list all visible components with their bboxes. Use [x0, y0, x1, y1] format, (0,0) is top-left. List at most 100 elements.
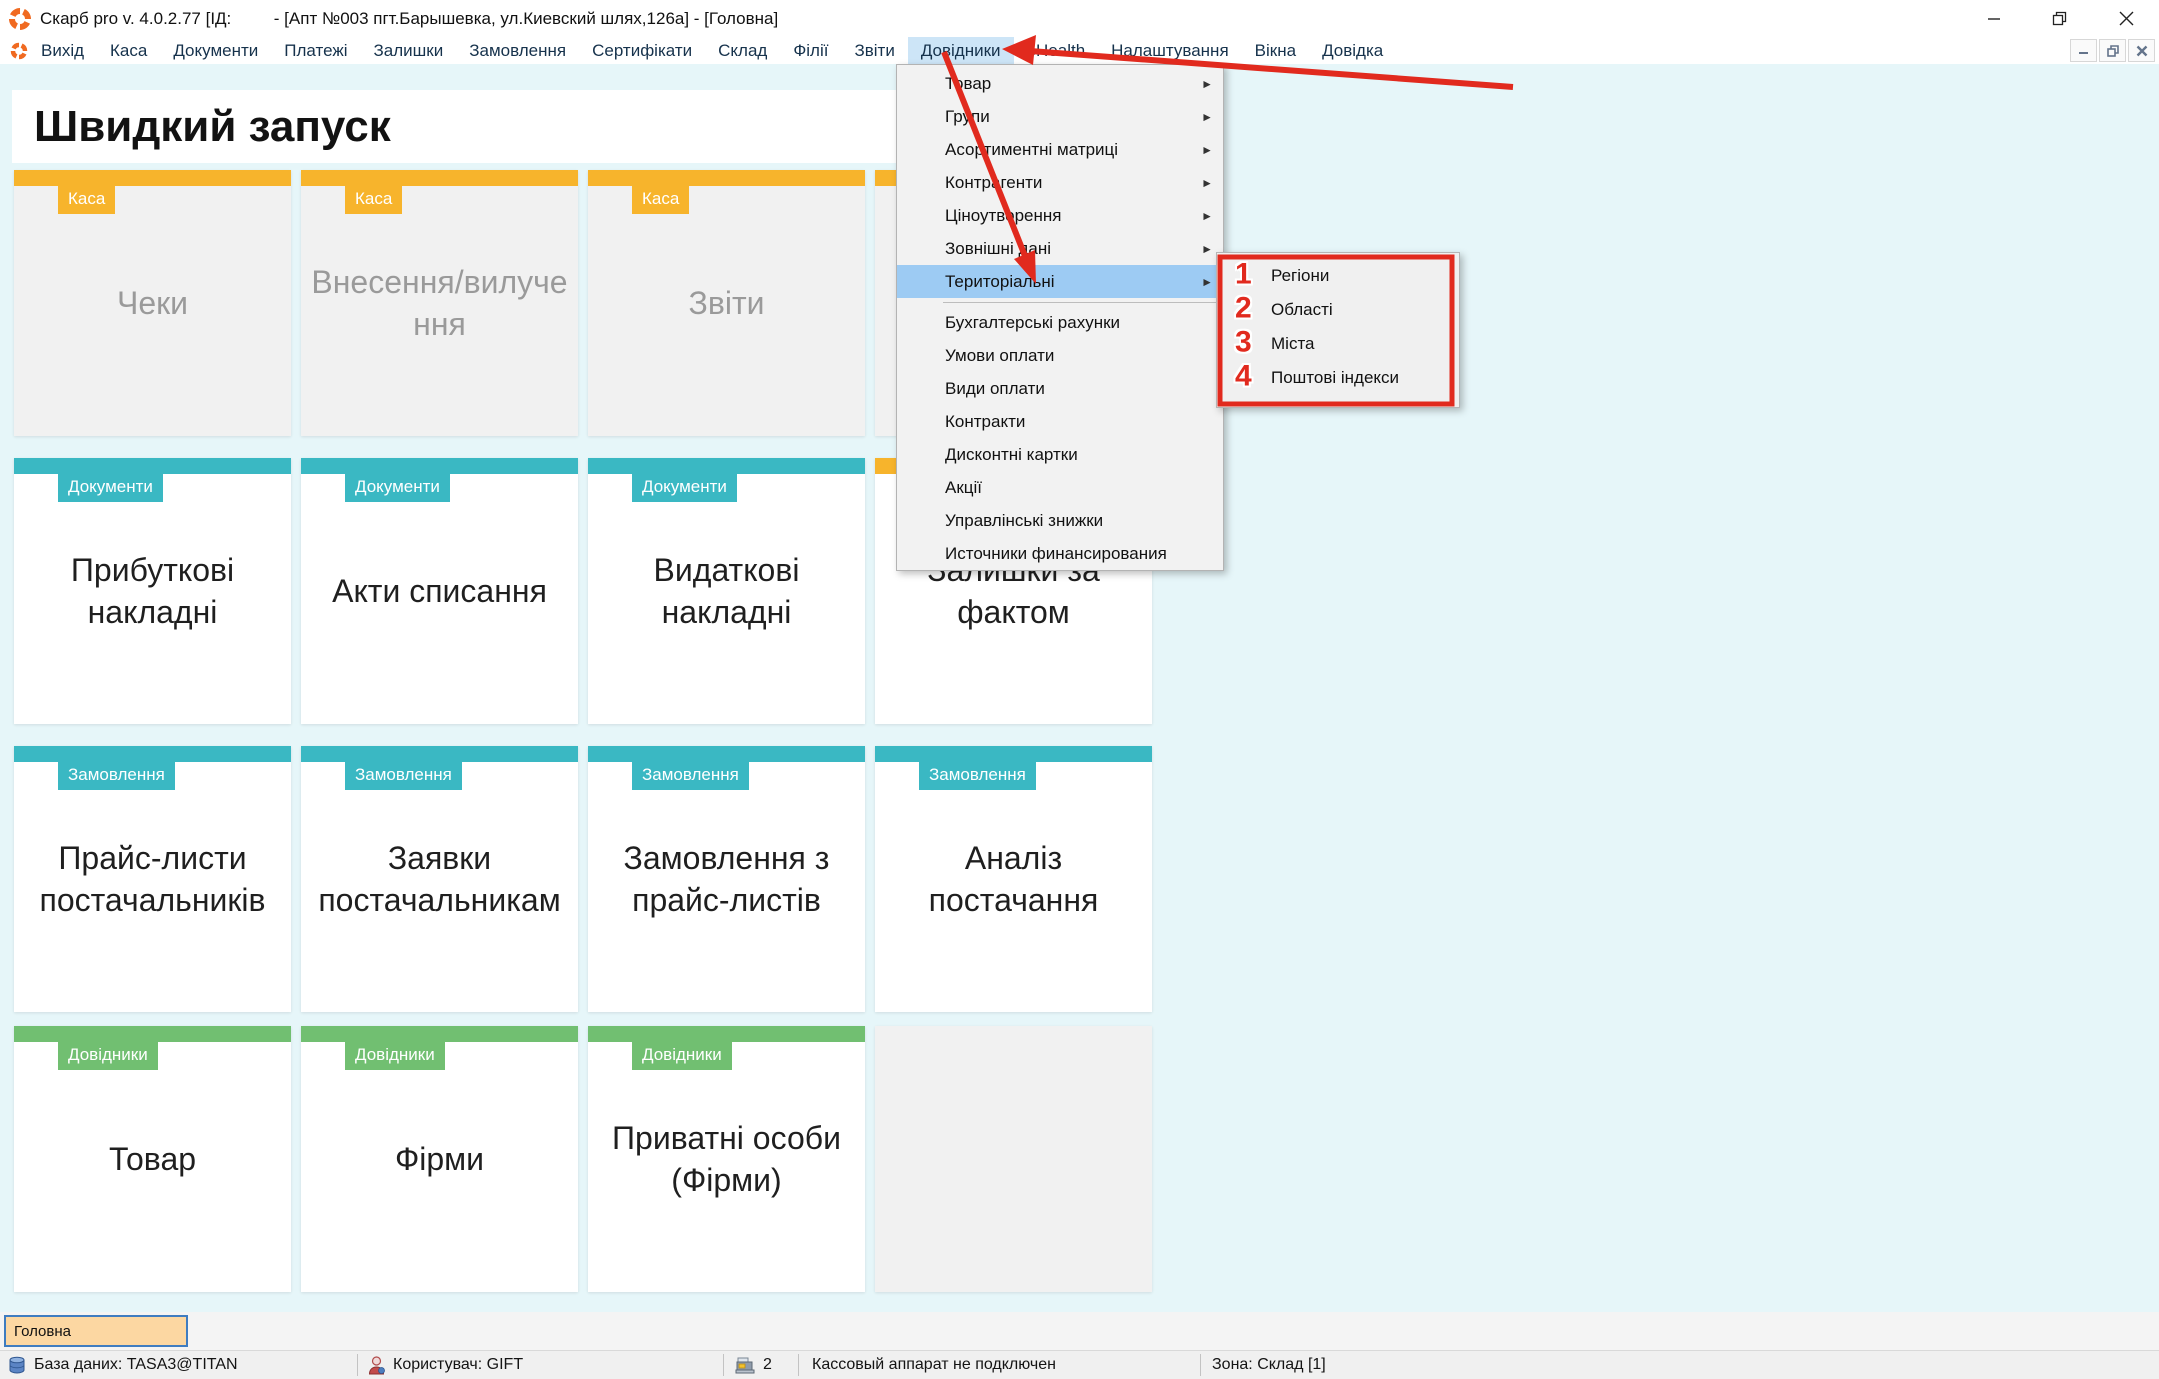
tile-zvity[interactable]: Каса Звіти	[588, 170, 865, 436]
tile-label: Приватні особи (Фірми)	[588, 1117, 865, 1201]
menubar-item-nalashtuvannia[interactable]: Налаштування	[1098, 37, 1242, 64]
dropdown-item-hrupy[interactable]: Групи ►	[897, 100, 1223, 133]
cash-register-icon	[735, 1356, 755, 1374]
submenu-item-rehiony[interactable]: 1 Регіони	[1217, 259, 1459, 293]
tile-label: Аналіз постачання	[875, 837, 1152, 921]
tile-zamovlennia-z-prais-lystiv[interactable]: Замовлення Замовлення з прайс-листів	[588, 746, 865, 1012]
close-button[interactable]	[2093, 0, 2159, 37]
minimize-button[interactable]	[1961, 0, 2027, 37]
menubar-item-vykhid[interactable]: Вихід	[28, 37, 97, 64]
tile-category-tag: Каса	[58, 184, 115, 214]
tile-firmy[interactable]: Довідники Фірми	[301, 1026, 578, 1292]
mdi-close-button[interactable]	[2128, 39, 2155, 62]
status-bar: База даних: TASA3@TITAN Користувач: GIFT…	[0, 1350, 2159, 1379]
tile-label: Видаткові накладні	[588, 549, 865, 633]
user-icon	[368, 1356, 385, 1375]
dropdown-item-istochniki-finansirovaniya[interactable]: Источники финансирования	[897, 537, 1223, 570]
menubar-item-kasa[interactable]: Каса	[97, 37, 160, 64]
tile-empty	[875, 1026, 1152, 1292]
submenu-arrow-icon: ►	[1201, 209, 1213, 223]
tile-prais-lysty-postachalnykiv[interactable]: Замовлення Прайс-листи постачальників	[14, 746, 291, 1012]
tab-holovna[interactable]: Головна	[4, 1315, 188, 1347]
tile-prybutkovi-nakladni[interactable]: Документи Прибуткові накладні	[14, 458, 291, 724]
submenu-item-poshtovi-indeksy[interactable]: 4 Поштові індекси	[1217, 361, 1459, 395]
submenu-arrow-icon: ►	[1201, 242, 1213, 256]
submenu-arrow-icon: ►	[1201, 110, 1213, 124]
tile-label: Прайс-листи постачальників	[14, 837, 291, 921]
menu-bar: Вихід Каса Документи Платежі Залишки Зам…	[0, 37, 2159, 64]
tile-category-tag: Каса	[632, 184, 689, 214]
tile-label: Фірми	[301, 1138, 578, 1180]
dropdown-item-tovar[interactable]: Товар ►	[897, 67, 1223, 100]
submenu-item-oblasti[interactable]: 2 Області	[1217, 293, 1459, 327]
annotation-number-3: 3	[1235, 326, 1252, 360]
status-separator	[798, 1354, 799, 1376]
submenu-arrow-icon: ►	[1201, 275, 1213, 289]
menubar-item-dokumenty[interactable]: Документи	[160, 37, 271, 64]
submenu-arrow-icon: ►	[1201, 77, 1213, 91]
dropdown-item-dyskontni-kartky[interactable]: Дисконтні картки	[897, 438, 1223, 471]
restore-button[interactable]	[2027, 0, 2093, 37]
tile-category-tag: Довідники	[345, 1040, 445, 1070]
menubar-item-ehealth[interactable]: eHealth	[1014, 37, 1099, 64]
mdi-restore-icon	[2107, 45, 2119, 57]
terytorialni-submenu: 1 Регіони 2 Області 3 Міста 4 Поштові ін…	[1216, 252, 1460, 408]
tile-label: Звіти	[588, 282, 865, 324]
dropdown-item-kontrahenty[interactable]: Контрагенти ►	[897, 166, 1223, 199]
tile-label: Товар	[14, 1138, 291, 1180]
status-database: База даних: TASA3@TITAN	[8, 1351, 238, 1379]
menubar-item-vikna[interactable]: Вікна	[1242, 37, 1309, 64]
menubar-item-sertyfikaty[interactable]: Сертифікати	[579, 37, 705, 64]
submenu-item-mista[interactable]: 3 Міста	[1217, 327, 1459, 361]
dropdown-item-zovnishni-dani[interactable]: Зовнішні дані ►	[897, 232, 1223, 265]
tile-label: Акти списання	[301, 570, 578, 612]
submenu-arrow-icon: ►	[1201, 143, 1213, 157]
tile-category-tag: Каса	[345, 184, 402, 214]
minimize-icon	[1987, 12, 2001, 26]
menubar-item-platezhi[interactable]: Платежі	[271, 37, 360, 64]
mdi-restore-button[interactable]	[2099, 39, 2126, 62]
dropdown-item-vydy-oplaty[interactable]: Види оплати	[897, 372, 1223, 405]
tile-zaiavky-postachalnykam[interactable]: Замовлення Заявки постачальникам	[301, 746, 578, 1012]
tile-cheky[interactable]: Каса Чеки	[14, 170, 291, 436]
tile-label: Заявки постачальникам	[301, 837, 578, 921]
tile-akty-spysannia[interactable]: Документи Акти списання	[301, 458, 578, 724]
mdi-close-icon	[2136, 45, 2148, 57]
app-logo-icon-small	[10, 42, 28, 60]
close-icon	[2119, 11, 2134, 26]
menubar-item-zalyshky[interactable]: Залишки	[361, 37, 457, 64]
dropdown-item-terytorialni[interactable]: Територіальні ►	[897, 265, 1223, 298]
dropdown-item-umovy-oplaty[interactable]: Умови оплати	[897, 339, 1223, 372]
tile-category-tag: Довідники	[58, 1040, 158, 1070]
window-title: Скарб pro v. 4.0.2.77 [ІД: - [Апт №003 п…	[40, 9, 778, 29]
dropdown-item-asortymentni-matrytsi[interactable]: Асортиментні матриці ►	[897, 133, 1223, 166]
annotation-number-1: 1	[1235, 258, 1252, 292]
tile-label: Внесення/вилучення	[301, 261, 578, 345]
status-cash-counter: 2	[735, 1351, 772, 1379]
tile-vydatkovi-nakladni[interactable]: Документи Видаткові накладні	[588, 458, 865, 724]
dropdown-item-aktsii[interactable]: Акції	[897, 471, 1223, 504]
tile-vnesennia-vyluchennia[interactable]: Каса Внесення/вилучення	[301, 170, 578, 436]
menubar-item-sklad[interactable]: Склад	[705, 37, 780, 64]
tile-pryvatni-osoby[interactable]: Довідники Приватні особи (Фірми)	[588, 1026, 865, 1292]
tile-tovar[interactable]: Довідники Товар	[14, 1026, 291, 1292]
dropdown-item-kontrakty[interactable]: Контракти	[897, 405, 1223, 438]
menubar-item-filii[interactable]: Філії	[780, 37, 841, 64]
menubar-item-zamovlennia[interactable]: Замовлення	[456, 37, 579, 64]
menubar-item-zvity[interactable]: Звіти	[841, 37, 907, 64]
tile-category-tag: Замовлення	[58, 760, 175, 790]
status-cash-message: Кассовый аппарат не подключен	[812, 1351, 1056, 1379]
status-separator	[723, 1354, 724, 1376]
dropdown-item-tsinoutvorennia[interactable]: Ціноутворення ►	[897, 199, 1223, 232]
mdi-minimize-button[interactable]	[2070, 39, 2097, 62]
menubar-item-dovidka[interactable]: Довідка	[1309, 37, 1396, 64]
dropdown-item-bukhhalterski-rakhunky[interactable]: Бухгалтерські рахунки	[897, 306, 1223, 339]
tile-label: Замовлення з прайс-листів	[588, 837, 865, 921]
menubar-item-dovidnyky[interactable]: Довідники	[908, 37, 1014, 64]
status-separator	[1200, 1354, 1201, 1376]
dropdown-item-upravlinski-znyzhky[interactable]: Управлінські знижки	[897, 504, 1223, 537]
tile-analiz-postachannia[interactable]: Замовлення Аналіз постачання	[875, 746, 1152, 1012]
tile-category-tag: Довідники	[632, 1040, 732, 1070]
database-icon	[8, 1356, 26, 1375]
tile-category-bar	[14, 170, 291, 186]
